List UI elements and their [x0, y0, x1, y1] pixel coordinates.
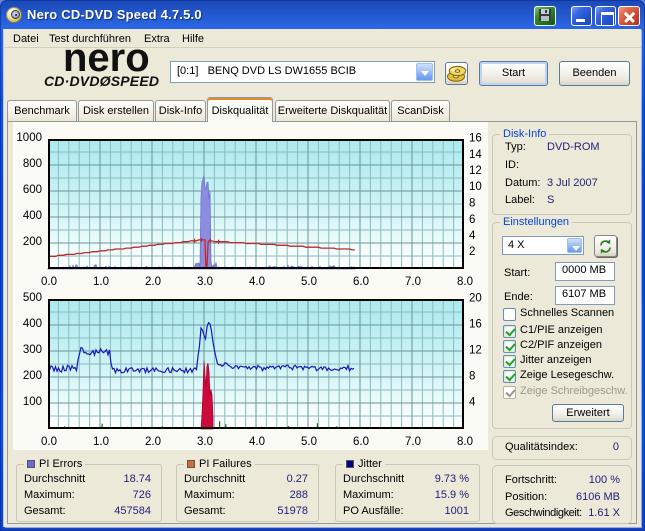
svg-text:2.0: 2.0 [145, 436, 161, 448]
svg-text:8.0: 8.0 [457, 436, 473, 448]
svg-text:6.0: 6.0 [353, 436, 369, 448]
svg-text:4.0: 4.0 [249, 276, 265, 288]
svg-text:100: 100 [23, 396, 42, 408]
svg-text:8: 8 [469, 198, 475, 210]
svg-text:20: 20 [469, 293, 482, 305]
svg-text:400: 400 [23, 210, 42, 222]
svg-text:5.0: 5.0 [301, 436, 317, 448]
svg-text:400: 400 [23, 318, 42, 330]
svg-text:5.0: 5.0 [301, 276, 317, 288]
svg-text:8: 8 [469, 371, 475, 383]
svg-text:16: 16 [469, 133, 482, 145]
svg-text:6: 6 [469, 214, 475, 226]
svg-text:14: 14 [469, 149, 482, 161]
svg-text:4: 4 [469, 230, 476, 242]
svg-text:16: 16 [469, 319, 482, 331]
svg-text:2.0: 2.0 [145, 276, 161, 288]
svg-text:200: 200 [23, 236, 42, 248]
svg-text:200: 200 [23, 370, 42, 382]
svg-text:6.0: 6.0 [353, 276, 369, 288]
svg-text:800: 800 [23, 158, 42, 170]
svg-text:0.0: 0.0 [41, 436, 57, 448]
svg-text:8.0: 8.0 [457, 276, 473, 288]
svg-text:7.0: 7.0 [405, 276, 421, 288]
svg-text:4: 4 [469, 397, 476, 409]
svg-text:2: 2 [469, 246, 475, 258]
svg-text:0.0: 0.0 [41, 276, 57, 288]
svg-text:600: 600 [23, 184, 42, 196]
svg-text:300: 300 [23, 344, 42, 356]
svg-text:3.0: 3.0 [197, 436, 213, 448]
svg-text:500: 500 [23, 292, 42, 304]
svg-text:1.0: 1.0 [93, 276, 109, 288]
svg-text:12: 12 [469, 345, 482, 357]
svg-text:12: 12 [469, 165, 482, 177]
svg-text:1000: 1000 [16, 132, 42, 144]
svg-text:1.0: 1.0 [93, 436, 109, 448]
svg-text:10: 10 [469, 181, 482, 193]
svg-text:3.0: 3.0 [197, 276, 213, 288]
svg-text:4.0: 4.0 [249, 436, 265, 448]
svg-text:7.0: 7.0 [405, 436, 421, 448]
